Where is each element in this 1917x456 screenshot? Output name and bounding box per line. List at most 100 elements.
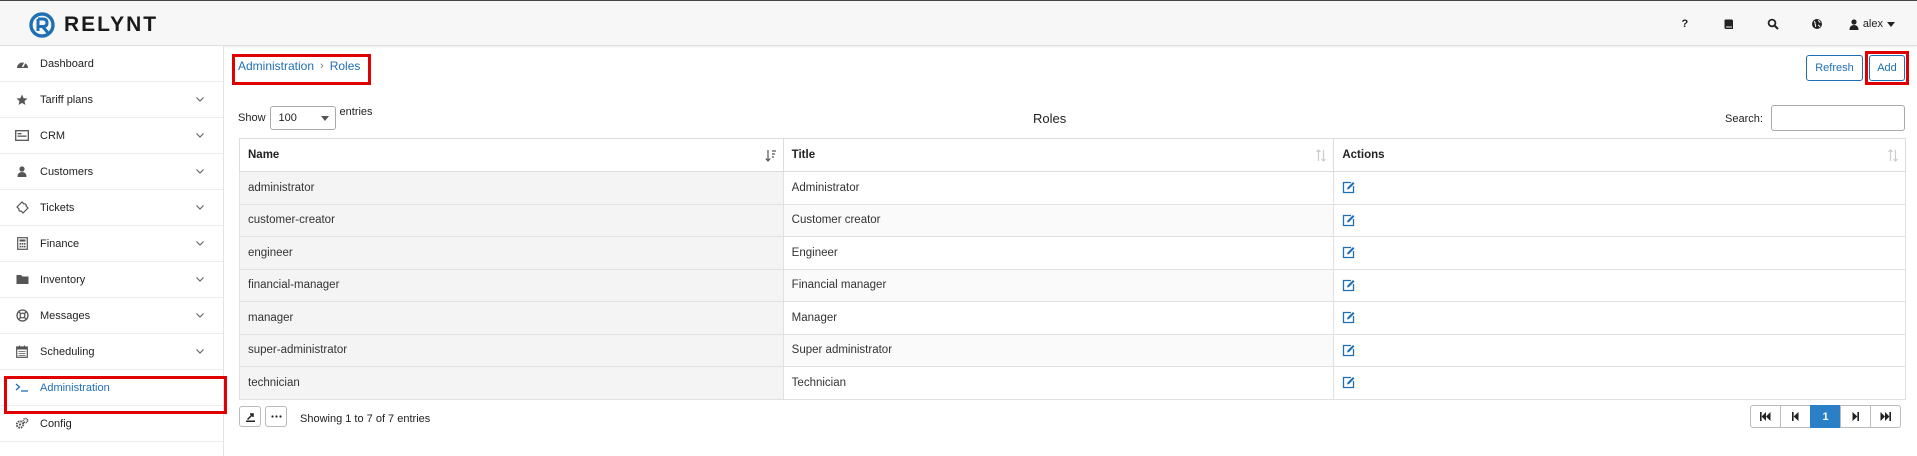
table-header-row: Name Title Actions: [239, 138, 1906, 172]
roles-table: Name Title Actions administrator Adminis…: [239, 138, 1906, 400]
search-icon: [1767, 18, 1779, 30]
edit-icon[interactable]: [1342, 311, 1355, 324]
book-icon: [1724, 19, 1733, 29]
entries-info: Showing 1 to 7 of 7 entries: [300, 413, 431, 425]
search-input[interactable]: [1771, 105, 1905, 131]
role-title-cell: Technician: [782, 366, 1335, 400]
chevron-down-icon: [196, 205, 204, 210]
relynt-logo[interactable]: RELYNT: [28, 11, 158, 39]
sidebar-item-label: Tickets: [40, 201, 75, 214]
edit-icon[interactable]: [1342, 344, 1355, 357]
book-button[interactable]: [1707, 1, 1751, 47]
previous-page-icon: [1792, 412, 1799, 421]
role-name-cell: super-administrator: [239, 333, 784, 367]
star-icon: [14, 92, 30, 108]
sidebar-item-administration[interactable]: Administration: [0, 370, 223, 406]
sidebar-item-label: Customers: [40, 165, 94, 178]
ticket-icon: [14, 200, 30, 216]
next-page-button[interactable]: [1840, 405, 1871, 428]
breadcrumb-separator-icon: ›: [320, 60, 324, 72]
role-title-cell: Financial manager: [782, 268, 1335, 302]
sidebar-item-label: Scheduling: [40, 345, 95, 358]
sidebar-item-label: Messages: [40, 309, 91, 322]
breadcrumb-administration-link[interactable]: Administration: [238, 59, 314, 73]
chevron-down-icon: [196, 97, 204, 102]
role-name-cell: technician: [239, 366, 784, 400]
table-row: customer-creator Customer creator: [239, 203, 1906, 237]
page-size-value: 100: [278, 112, 297, 124]
chevron-down-icon: [196, 349, 204, 354]
sidebar-item-dashboard[interactable]: Dashboard: [0, 46, 223, 82]
sidebar-item-label: Dashboard: [40, 57, 94, 70]
lifebuoy-icon: [14, 308, 30, 324]
role-title-cell: Customer creator: [782, 203, 1335, 237]
caret-down-icon: [1887, 21, 1895, 27]
sidebar-item-label: Administration: [40, 381, 110, 394]
language-button[interactable]: [1795, 1, 1839, 47]
user-menu[interactable]: alex: [1839, 1, 1917, 47]
role-name-cell: customer-creator: [239, 203, 784, 237]
previous-page-button[interactable]: [1780, 405, 1811, 428]
page-size-select[interactable]: 100: [269, 106, 336, 130]
sidebar-item-tariff-plans[interactable]: Tariff plans: [0, 82, 223, 118]
page-size-control: Show 100 entries: [238, 106, 373, 130]
breadcrumb-roles-link[interactable]: Roles: [330, 59, 361, 73]
actions-cell: [1333, 333, 1906, 367]
column-header-label: Actions: [1342, 149, 1385, 161]
column-header-title[interactable]: Title: [782, 138, 1335, 172]
table-title: Roles: [1033, 111, 1067, 126]
relynt-logo-icon: [29, 12, 55, 38]
refresh-button[interactable]: Refresh: [1806, 55, 1863, 81]
breadcrumb: Administration › Roles: [238, 59, 360, 73]
entries-label: entries: [339, 106, 373, 118]
sidebar-item-label: Finance: [40, 237, 80, 250]
folder-icon: [14, 272, 30, 288]
sidebar-item-tickets[interactable]: Tickets: [0, 190, 223, 226]
actions-cell: [1333, 301, 1906, 335]
id-card-icon: [14, 128, 30, 144]
column-header-actions[interactable]: Actions: [1333, 138, 1906, 172]
more-options-button[interactable]: [265, 406, 287, 427]
chevron-down-icon: [196, 313, 204, 318]
table-row: manager Manager: [239, 301, 1906, 335]
next-page-icon: [1852, 412, 1859, 421]
sidebar-item-scheduling[interactable]: Scheduling: [0, 334, 223, 370]
sidebar-item-finance[interactable]: Finance: [0, 226, 223, 262]
export-button[interactable]: [239, 406, 261, 427]
chevron-down-icon: [196, 169, 204, 174]
sidebar-item-messages[interactable]: Messages: [0, 298, 223, 334]
edit-icon[interactable]: [1342, 376, 1355, 389]
user-name: alex: [1862, 18, 1883, 30]
sidebar-item-config[interactable]: Config: [0, 406, 223, 442]
help-button[interactable]: ?: [1663, 1, 1707, 47]
sidebar-item-inventory[interactable]: Inventory: [0, 262, 223, 298]
sidebar-item-crm[interactable]: CRM: [0, 118, 223, 154]
help-label: ?: [1681, 18, 1689, 30]
chevron-down-icon: [196, 241, 204, 246]
sidebar-item-label: CRM: [40, 129, 66, 142]
first-page-button[interactable]: [1750, 405, 1781, 428]
role-name-cell: engineer: [239, 236, 784, 270]
column-header-label: Name: [248, 149, 280, 161]
edit-icon[interactable]: [1342, 279, 1355, 292]
top-navbar: RELYNT ? alex: [0, 0, 1917, 46]
more-icon: [270, 415, 282, 418]
sidebar-item-customers[interactable]: Customers: [0, 154, 223, 190]
search-label: Search:: [1725, 113, 1763, 125]
edit-icon[interactable]: [1342, 181, 1355, 194]
actions-cell: [1333, 171, 1906, 205]
search-button[interactable]: [1751, 1, 1795, 47]
last-page-button[interactable]: [1870, 405, 1901, 428]
column-header-name[interactable]: Name: [239, 138, 784, 172]
actions-cell: [1333, 268, 1906, 302]
role-name-cell: financial-manager: [239, 268, 784, 302]
column-header-label: Title: [791, 149, 816, 161]
export-icon: [245, 413, 255, 422]
add-button[interactable]: Add: [1869, 55, 1905, 81]
sort-icon: [1888, 149, 1898, 162]
page-button-current[interactable]: 1: [1810, 405, 1841, 428]
edit-icon[interactable]: [1342, 246, 1355, 259]
edit-icon[interactable]: [1342, 214, 1355, 227]
table-row: engineer Engineer: [239, 236, 1906, 270]
chevron-down-icon: [196, 133, 204, 138]
